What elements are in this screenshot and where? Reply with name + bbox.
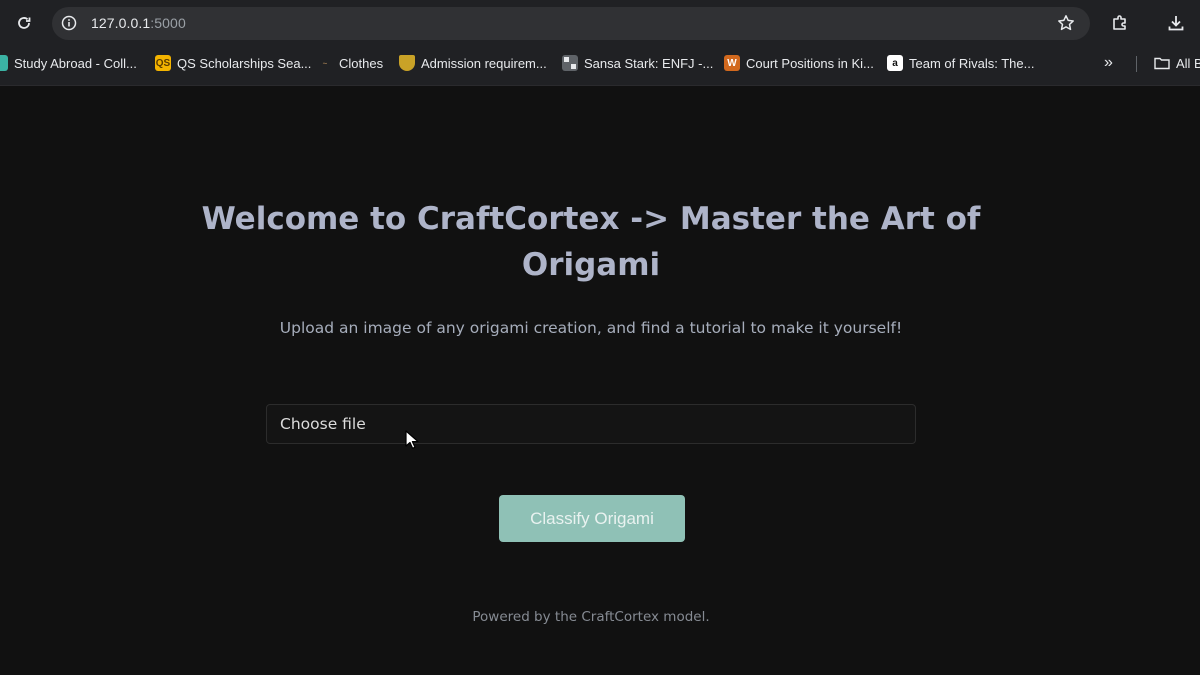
- bookmark-team-of-rivals[interactable]: a Team of Rivals: The...: [887, 52, 1034, 74]
- bookmarks-divider: [1136, 56, 1137, 72]
- page-title: Welcome to CraftCortex -> Master the Art…: [201, 201, 981, 283]
- bookmarks-bar: Study Abroad - Coll... QS QS Scholarship…: [0, 48, 1200, 78]
- url-port: :5000: [150, 15, 186, 31]
- url-host: 127.0.0.1: [91, 15, 151, 31]
- folder-icon: [1154, 55, 1170, 71]
- bookmark-label: Admission requirem...: [421, 55, 547, 71]
- crown-icon: W: [724, 55, 740, 71]
- address-bar[interactable]: 127.0.0.1:5000: [52, 7, 1090, 40]
- bookmark-sansa-stark[interactable]: Sansa Stark: ENFJ -...: [562, 52, 713, 74]
- bookmark-clothes[interactable]: ~ Clothes: [317, 52, 383, 74]
- page-subtitle: Upload an image of any origami creation,…: [279, 319, 903, 337]
- all-bookmarks-label: All B: [1176, 55, 1200, 71]
- bookmark-study-abroad[interactable]: Study Abroad - Coll...: [0, 52, 137, 74]
- download-icon[interactable]: [1162, 9, 1190, 37]
- bookmark-qs-scholarships[interactable]: QS QS Scholarships Sea...: [155, 52, 311, 74]
- choose-file-label: Choose file: [280, 415, 366, 433]
- extensions-icon[interactable]: [1106, 9, 1134, 37]
- bookmark-label: Sansa Stark: ENFJ -...: [584, 55, 714, 71]
- bookmark-label: Court Positions in Ki...: [746, 55, 874, 71]
- bookmark-admission[interactable]: Admission requirem...: [399, 52, 547, 74]
- dark-square-icon: [0, 55, 8, 71]
- bookmark-label: Study Abroad - Coll...: [14, 55, 137, 71]
- more-bookmarks-chevron-icon[interactable]: »: [1104, 52, 1113, 74]
- bookmark-label: Clothes: [339, 55, 384, 71]
- bookmark-court-positions[interactable]: W Court Positions in Ki...: [724, 52, 874, 74]
- mouse-cursor-icon: [405, 430, 419, 454]
- grid-icon: [562, 55, 578, 71]
- amazon-icon: a: [887, 55, 903, 71]
- clothes-icon: ~: [322, 58, 328, 68]
- qs-icon: QS: [155, 55, 171, 71]
- browser-toolbar: 127.0.0.1:5000: [0, 0, 1200, 46]
- crest-icon: [399, 55, 415, 71]
- browser-chrome: 127.0.0.1:5000 Study Abroad - Coll... QS…: [0, 0, 1200, 86]
- site-info-icon[interactable]: [55, 9, 83, 37]
- bookmark-label: Team of Rivals: The...: [909, 55, 1035, 71]
- reload-icon[interactable]: [10, 9, 38, 37]
- classify-origami-button[interactable]: Classify Origami: [499, 495, 685, 542]
- bookmark-label: QS Scholarships Sea...: [177, 55, 312, 71]
- all-bookmarks-folder[interactable]: All B: [1154, 52, 1200, 74]
- page-content: Welcome to CraftCortex -> Master the Art…: [0, 86, 1200, 675]
- file-upload-input[interactable]: Choose file: [266, 404, 916, 444]
- url-text[interactable]: 127.0.0.1:5000: [91, 15, 186, 31]
- footer-text: Powered by the CraftCortex model.: [472, 609, 710, 625]
- bookmark-star-icon[interactable]: [1052, 9, 1080, 37]
